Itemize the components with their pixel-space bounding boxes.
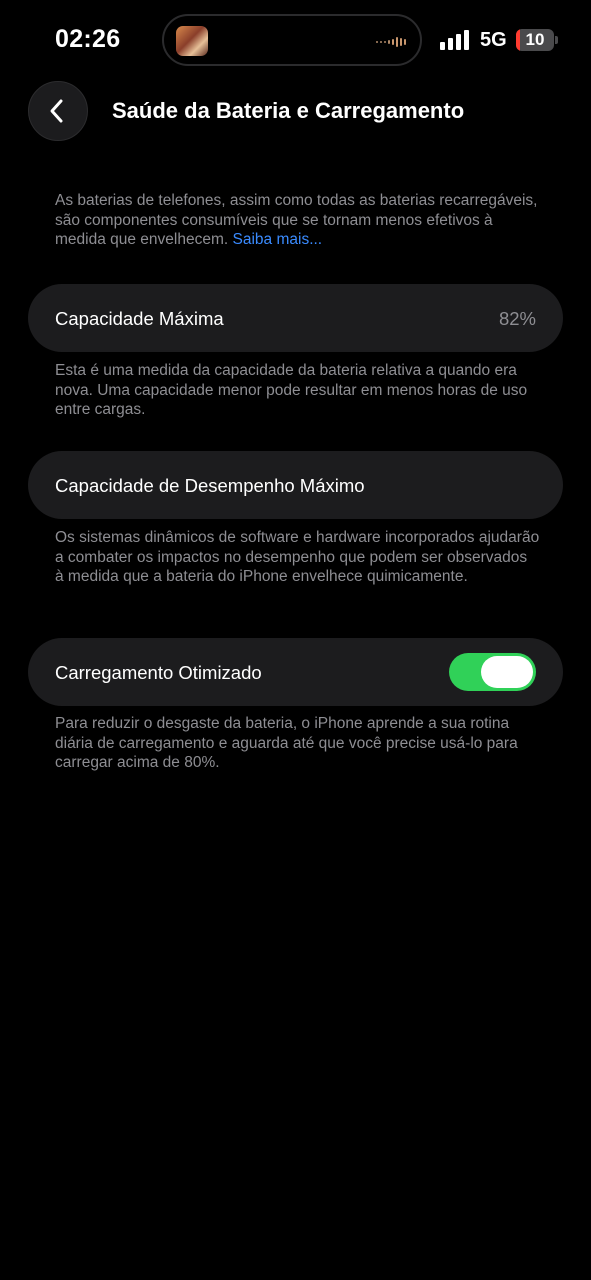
network-type: 5G <box>480 29 507 51</box>
optimized-charging-label: Carregamento Otimizado <box>55 662 262 683</box>
toggle-knob <box>481 656 533 688</box>
page-title: Saúde da Bateria e Carregamento <box>112 98 465 123</box>
peak-performance-description: Os sistemas dinâmicos de software e hard… <box>55 529 540 585</box>
status-time: 02:26 <box>55 25 121 53</box>
battery-percent: 10 <box>525 30 545 49</box>
max-capacity-value: 82% <box>498 308 536 329</box>
optimized-charging-description: Para reduzir o desgaste da bateria, o iP… <box>55 715 518 771</box>
learn-more-link[interactable]: Saiba mais... <box>233 231 323 248</box>
max-capacity-description: Esta é uma medida da capacidade da bater… <box>55 362 528 418</box>
optimized-charging-toggle[interactable] <box>449 653 536 691</box>
cellular-signal-icon <box>440 30 469 50</box>
chevron-left-icon <box>50 99 63 123</box>
optimized-charging-row: Carregamento Otimizado <box>28 638 563 706</box>
status-bar: 02:26 5G 10 <box>0 0 591 80</box>
max-capacity-label: Capacidade Máxima <box>55 308 224 329</box>
max-capacity-row: Capacidade Máxima 82% <box>28 284 563 352</box>
peak-performance-label: Capacidade de Desempenho Máximo <box>55 475 365 496</box>
peak-performance-row: Capacidade de Desempenho Máximo <box>28 451 563 519</box>
back-button[interactable] <box>28 81 88 141</box>
battery-nub <box>555 36 558 44</box>
dynamic-island[interactable] <box>162 14 422 66</box>
intro-text: As baterias de telefones, assim como tod… <box>55 191 540 250</box>
battery-icon: 10 <box>516 29 554 51</box>
now-playing-artwork <box>176 26 208 56</box>
audio-waveform-icon <box>376 37 406 47</box>
